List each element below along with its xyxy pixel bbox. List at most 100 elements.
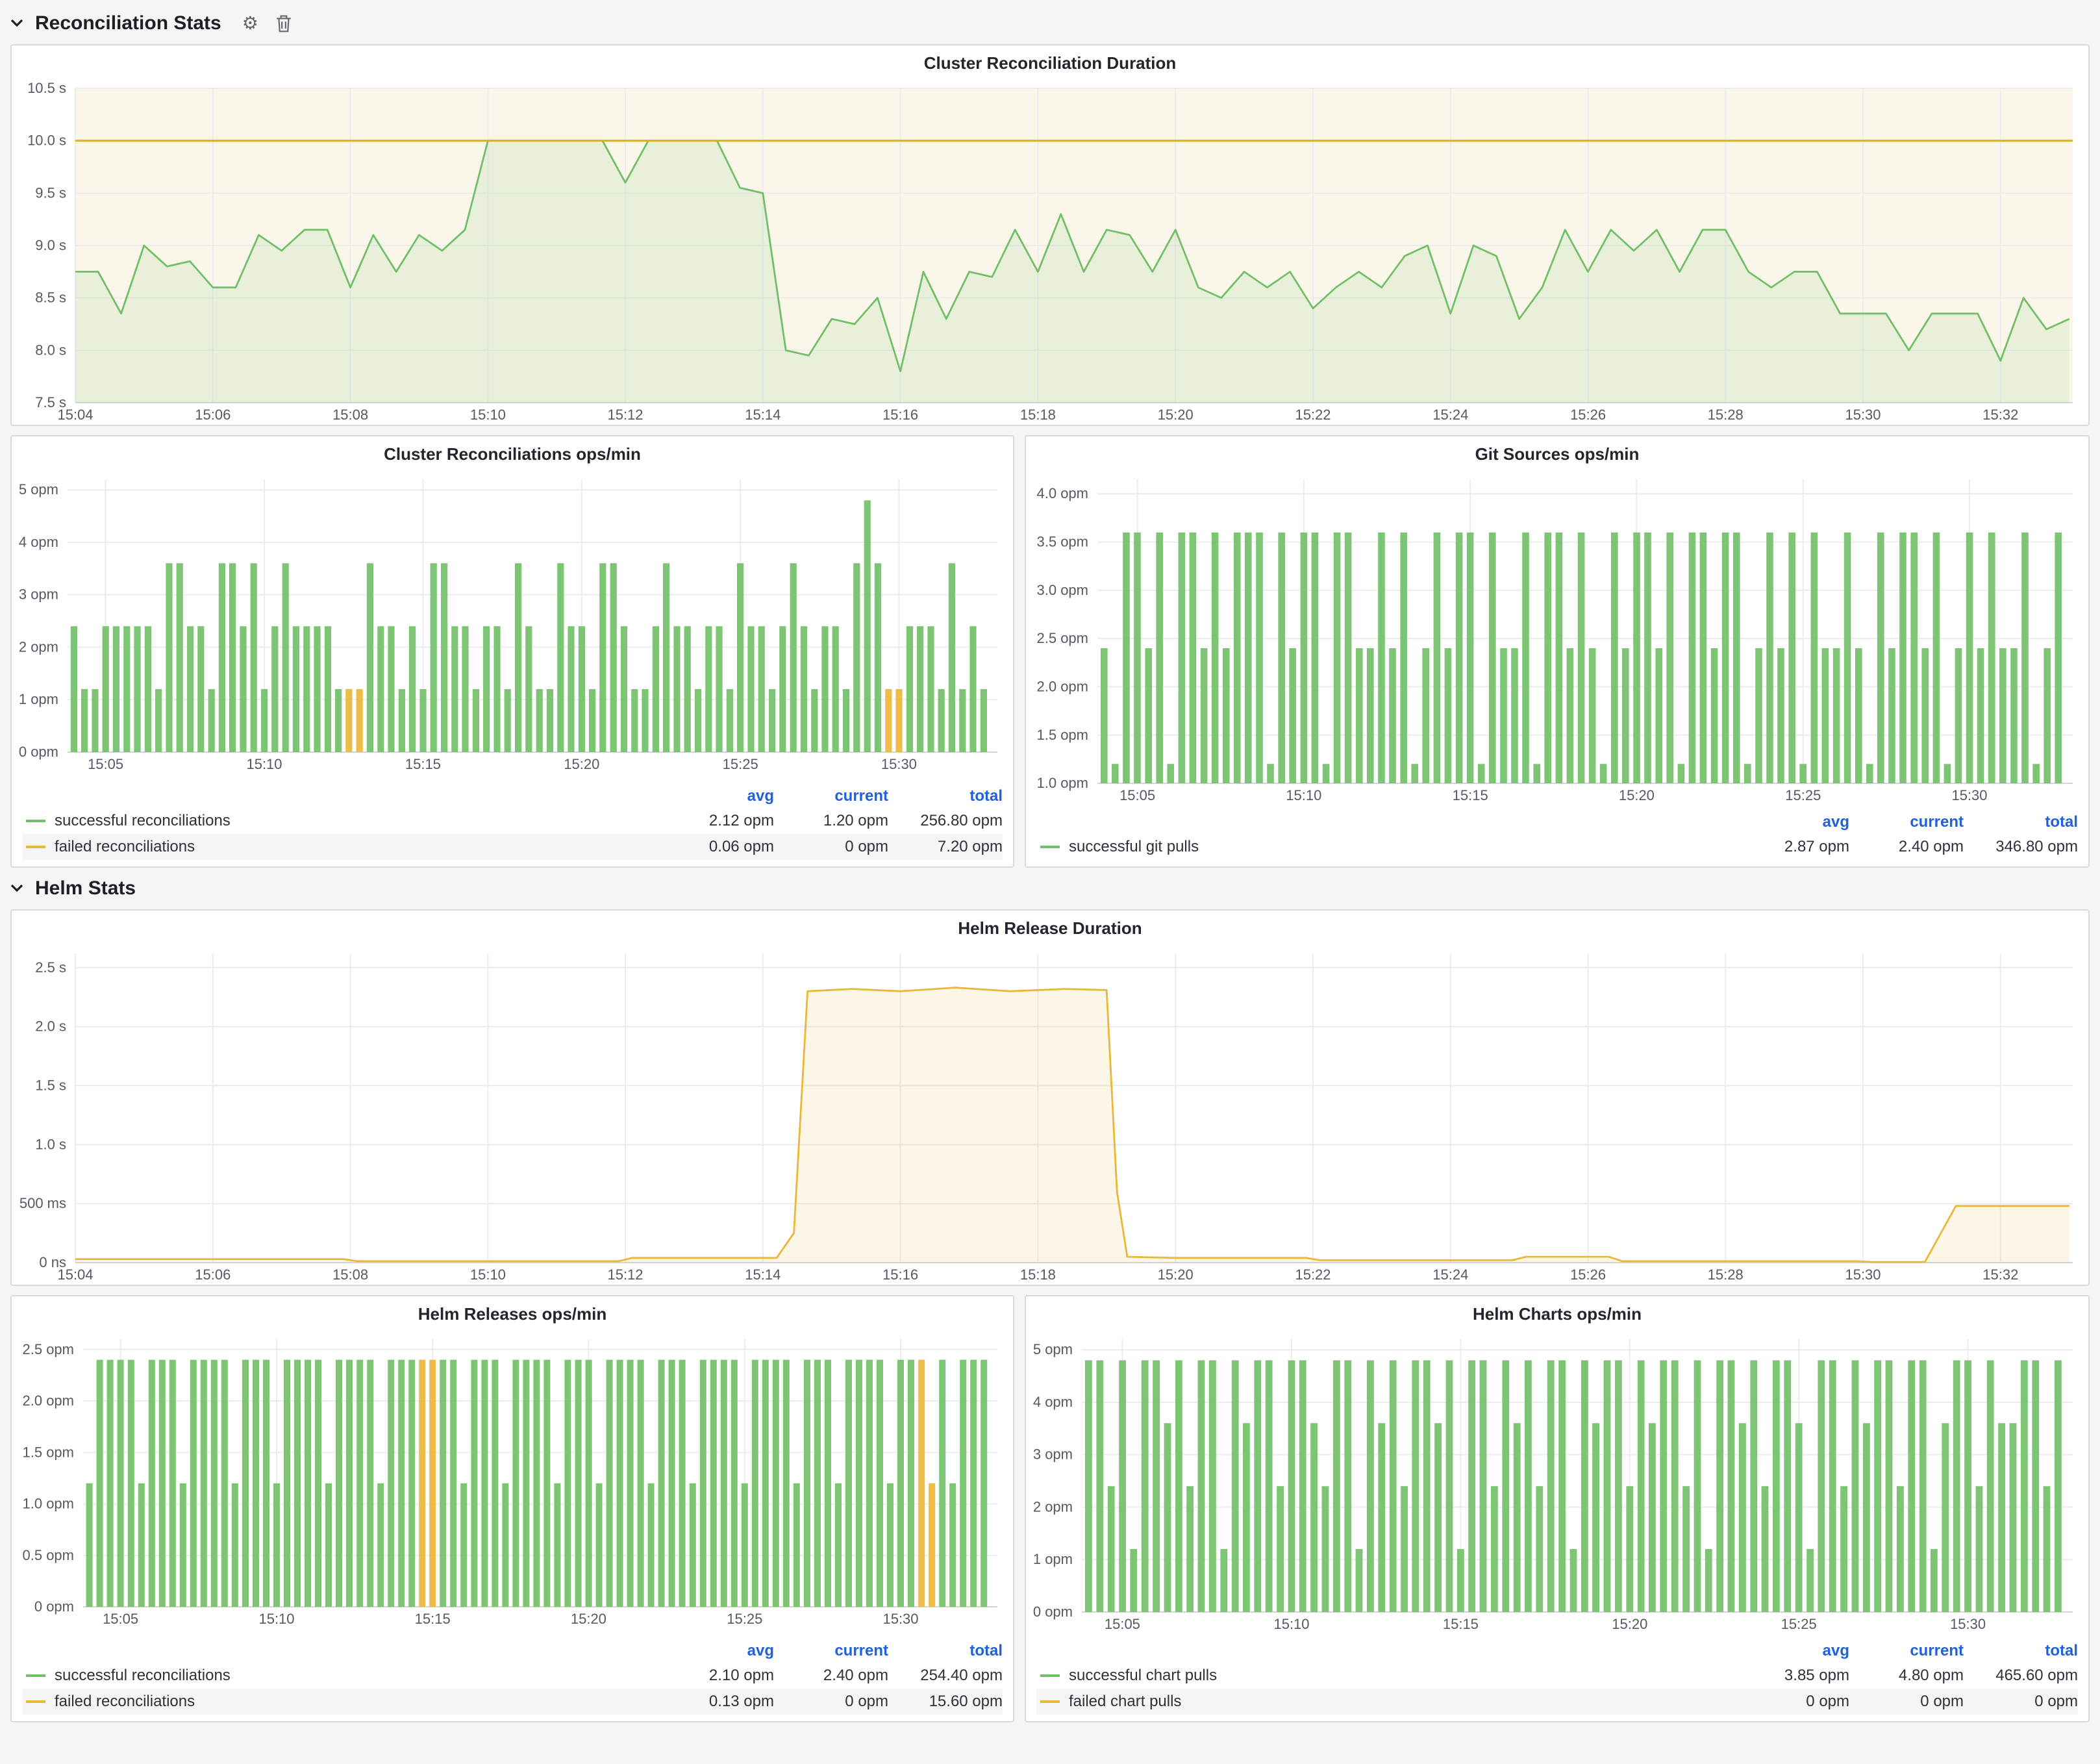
legend-col-total[interactable]: total — [888, 1639, 1003, 1663]
svg-text:5 opm: 5 opm — [1033, 1341, 1073, 1357]
legend-col-avg[interactable]: avg — [1735, 811, 1849, 834]
svg-text:0.5 opm: 0.5 opm — [23, 1547, 75, 1563]
svg-text:1.0 s: 1.0 s — [35, 1136, 66, 1152]
svg-text:15:30: 15:30 — [881, 756, 917, 772]
legend-col-total[interactable]: total — [1964, 811, 2078, 834]
section-header-helm-stats[interactable]: Helm Stats — [10, 868, 2090, 909]
svg-text:15:05: 15:05 — [1119, 787, 1155, 803]
legend-col-avg[interactable]: avg — [660, 1639, 774, 1663]
svg-text:15:30: 15:30 — [882, 1611, 918, 1627]
series-swatch — [26, 1700, 45, 1703]
legend-row[interactable]: failed reconciliations 0.06 opm 0 opm 7.… — [22, 834, 1003, 860]
legend-header: avg current total — [22, 1639, 1003, 1663]
svg-text:2.0 s: 2.0 s — [35, 1018, 66, 1035]
svg-text:15:32: 15:32 — [1982, 1266, 2018, 1283]
svg-text:15:10: 15:10 — [1286, 787, 1321, 803]
svg-text:15:22: 15:22 — [1295, 407, 1331, 423]
panel-cluster-reconciliation-duration: Cluster Reconciliation Duration 15:0415:… — [10, 44, 2090, 426]
series-swatch — [26, 846, 45, 848]
legend-col-current[interactable]: current — [1849, 1639, 1964, 1663]
series-label[interactable]: successful chart pulls — [1069, 1667, 1735, 1685]
svg-text:2.0 opm: 2.0 opm — [1037, 678, 1089, 694]
cluster-reconciliations-chart[interactable]: 15:0515:1015:1515:2015:2515:305 opm4 opm… — [12, 472, 1013, 785]
panel-title[interactable]: Cluster Reconciliations ops/min — [12, 436, 1013, 472]
legend-row[interactable]: successful reconciliations 2.10 opm 2.40… — [22, 1663, 1003, 1689]
svg-text:15:14: 15:14 — [745, 1266, 781, 1283]
legend-col-avg[interactable]: avg — [1735, 1639, 1849, 1663]
svg-text:3 opm: 3 opm — [1033, 1446, 1073, 1463]
svg-text:15:26: 15:26 — [1570, 1266, 1606, 1283]
helm-releases-chart[interactable]: 15:0515:1015:1515:2015:2515:302.5 opm2.0… — [12, 1331, 1013, 1639]
svg-text:8.0 s: 8.0 s — [35, 342, 66, 358]
legend: avg current total successful chart pulls… — [1026, 1639, 2088, 1721]
svg-text:0 opm: 0 opm — [1033, 1604, 1073, 1620]
panel-title[interactable]: Git Sources ops/min — [1026, 436, 2088, 472]
svg-text:15:20: 15:20 — [571, 1611, 606, 1627]
legend-row[interactable]: failed chart pulls 0 opm 0 opm 0 opm — [1036, 1689, 2078, 1715]
svg-text:15:30: 15:30 — [1950, 1616, 1986, 1632]
legend-col-total[interactable]: total — [888, 785, 1003, 808]
legend-col-current[interactable]: current — [774, 1639, 888, 1663]
helm-release-duration-chart[interactable]: 15:0415:0615:0815:1015:1215:1415:1615:18… — [12, 946, 2088, 1285]
svg-text:15:10: 15:10 — [470, 1266, 506, 1283]
dashboard: Reconciliation Stats ⚙ Cluster Reconcili… — [0, 3, 2100, 1734]
legend-row[interactable]: failed reconciliations 0.13 opm 0 opm 15… — [22, 1689, 1003, 1715]
series-avg: 2.12 opm — [660, 812, 774, 830]
svg-text:1 opm: 1 opm — [1033, 1551, 1073, 1567]
svg-text:15:16: 15:16 — [882, 1266, 918, 1283]
svg-text:0 opm: 0 opm — [19, 744, 58, 760]
series-swatch — [26, 1674, 45, 1677]
section-header-reconciliation-stats[interactable]: Reconciliation Stats ⚙ — [10, 3, 2090, 44]
series-total: 346.80 opm — [1964, 838, 2078, 856]
series-label[interactable]: failed reconciliations — [55, 838, 660, 856]
svg-text:15:18: 15:18 — [1020, 407, 1056, 423]
helm-charts-chart[interactable]: 15:0515:1015:1515:2015:2515:305 opm4 opm… — [1026, 1331, 2088, 1639]
legend: avg current total successful reconciliat… — [12, 1639, 1013, 1721]
cluster-reconciliation-duration-chart[interactable]: 15:0415:0615:0815:1015:1215:1415:1615:18… — [12, 81, 2088, 425]
svg-text:15:05: 15:05 — [103, 1611, 138, 1627]
legend-col-current[interactable]: current — [774, 785, 888, 808]
series-label[interactable]: failed chart pulls — [1069, 1693, 1735, 1711]
panel-helm-releases-opm: Helm Releases ops/min 15:0515:1015:1515:… — [10, 1295, 1014, 1722]
series-label[interactable]: successful reconciliations — [55, 1667, 660, 1685]
panel-title[interactable]: Helm Release Duration — [12, 911, 2088, 946]
svg-text:8.5 s: 8.5 s — [35, 290, 66, 306]
legend-row[interactable]: successful chart pulls 3.85 opm 4.80 opm… — [1036, 1663, 2078, 1689]
panel-title[interactable]: Helm Releases ops/min — [12, 1296, 1013, 1331]
series-label[interactable]: failed reconciliations — [55, 1693, 660, 1711]
svg-text:500 ms: 500 ms — [19, 1195, 66, 1211]
legend-row[interactable]: successful git pulls 2.87 opm 2.40 opm 3… — [1036, 834, 2078, 860]
panel-helm-charts-opm: Helm Charts ops/min 15:0515:1015:1515:20… — [1025, 1295, 2090, 1722]
legend-col-current[interactable]: current — [1849, 811, 1964, 834]
svg-text:2 opm: 2 opm — [1033, 1498, 1073, 1515]
series-current: 4.80 opm — [1849, 1667, 1964, 1685]
git-sources-chart[interactable]: 15:0515:1015:1515:2015:2515:304.0 opm3.5… — [1026, 472, 2088, 811]
svg-text:0 opm: 0 opm — [34, 1598, 74, 1615]
series-label[interactable]: successful reconciliations — [55, 812, 660, 830]
legend-row[interactable]: successful reconciliations 2.12 opm 1.20… — [22, 808, 1003, 834]
svg-text:15:25: 15:25 — [1781, 1616, 1817, 1632]
series-label[interactable]: successful git pulls — [1069, 838, 1735, 856]
panel-title[interactable]: Cluster Reconciliation Duration — [12, 45, 2088, 81]
svg-text:4 opm: 4 opm — [19, 534, 58, 550]
gear-icon[interactable]: ⚙ — [242, 14, 258, 32]
legend-col-avg[interactable]: avg — [660, 785, 774, 808]
svg-text:15:10: 15:10 — [246, 756, 282, 772]
svg-text:15:14: 15:14 — [745, 407, 781, 423]
panel-helm-release-duration: Helm Release Duration 15:0415:0615:0815:… — [10, 909, 2090, 1286]
svg-text:15:24: 15:24 — [1432, 407, 1468, 423]
svg-text:15:25: 15:25 — [723, 756, 758, 772]
svg-text:9.0 s: 9.0 s — [35, 237, 66, 253]
svg-text:15:28: 15:28 — [1708, 407, 1744, 423]
svg-text:5 opm: 5 opm — [19, 481, 58, 498]
svg-text:1.0 opm: 1.0 opm — [1037, 775, 1089, 791]
svg-text:15:15: 15:15 — [405, 756, 441, 772]
svg-text:2.5 opm: 2.5 opm — [23, 1341, 75, 1357]
panel-title[interactable]: Helm Charts ops/min — [1026, 1296, 2088, 1331]
legend-col-total[interactable]: total — [1964, 1639, 2078, 1663]
svg-text:15:08: 15:08 — [332, 1266, 368, 1283]
svg-text:3.0 opm: 3.0 opm — [1037, 582, 1089, 598]
series-avg: 0.13 opm — [660, 1693, 774, 1711]
svg-text:4.0 opm: 4.0 opm — [1037, 485, 1089, 501]
trash-icon[interactable] — [275, 14, 292, 32]
